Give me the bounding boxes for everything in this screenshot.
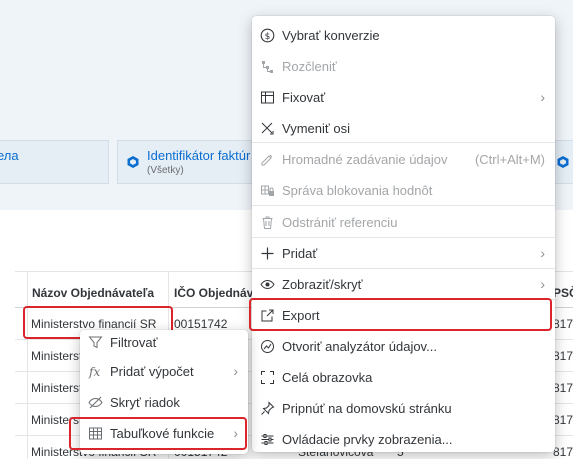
view-controls-icon [260,432,275,447]
filter-tile-left[interactable]: ела [0,140,109,184]
menu-item-label: Skryť riadok [110,395,180,410]
filter-tile-label: Identifikátor faktúr [147,148,251,163]
swap-axes-icon [260,121,275,136]
chevron-right-icon: › [540,245,545,261]
menu-item-freeze[interactable]: Fixovať › [252,82,555,113]
fullscreen-icon [260,370,275,385]
menu-item-label: Hromadné zadávanie údajov [282,152,448,167]
filter-tile-left-label: ела [0,148,19,163]
table-cell-psc[interactable]: 817 [553,413,573,427]
submenu-item-hide-row[interactable]: Skryť riadok [80,387,248,418]
menu-item-view-controls[interactable]: Ovládacie prvky zobrazenia... [252,424,555,455]
eye-icon [260,277,275,292]
analyzer-icon [260,339,275,354]
menu-item-shortcut: (Ctrl+Alt+M) [474,152,545,167]
column-header-ico[interactable]: IČO Objednáv [174,286,253,300]
table-cell-psc[interactable]: 817 [553,349,573,363]
pin-icon [260,401,275,416]
filter-tile-sub: (Všetky) [147,165,184,176]
menu-separator [252,142,555,143]
hide-icon [88,395,103,410]
menu-item-value-lock[interactable]: Správa blokovania hodnôt [252,175,555,206]
menu-item-label: Celá obrazovka [282,370,373,385]
export-highlight [249,298,552,331]
menu-item-open-data-analyzer[interactable]: Otvoriť analyzátor údajov... [252,331,555,362]
menu-item-label: Vybrať konverzie [282,28,380,43]
filter-tile-invoice-id[interactable]: Identifikátor faktúr (Všetky) [117,140,257,184]
menu-item-label: Odstrániť referenciu [282,215,398,230]
menu-item-label: Vymeniť osi [282,121,350,136]
menu-item-label: Pripnúť na domovskú stránku [282,401,452,416]
filter-icon [88,335,103,350]
currency-icon: $ [260,28,275,43]
menu-item-mass-data-entry[interactable]: Hromadné zadávanie údajov (Ctrl+Alt+M) [252,144,555,175]
menu-item-label: Rozčleniť [282,59,337,74]
column-header-psc[interactable]: PSČ [553,286,573,300]
menu-item-label: Ovládacie prvky zobrazenia... [282,432,453,447]
table-cell-ico[interactable]: 00151742 [174,317,227,331]
menu-item-label: Fixovať [282,90,326,105]
column-header-name[interactable]: Názov Objednávateľa [32,286,154,300]
freeze-table-icon [260,90,275,105]
cell-context-menu: Filtrovať fx Pridať výpočet › Skryť riad… [69,330,248,454]
table-functions-highlight [69,417,247,450]
dimension-icon [126,155,140,169]
table-cell-psc[interactable]: 817 [553,381,573,395]
menu-item-label: Pridať výpočet [110,364,194,379]
svg-text:$: $ [265,32,271,42]
menu-item-add[interactable]: Pridať › [252,238,555,269]
plus-icon [260,246,275,261]
table-cell-name[interactable]: Ministerst [31,381,82,395]
chevron-right-icon: › [540,89,545,105]
hierarchy-icon [260,59,275,74]
filter-tile-right[interactable] [552,140,573,184]
trash-icon [260,215,275,230]
menu-item-remove-reference[interactable]: Odstrániť referenciu [252,207,555,238]
menu-item-label: Správa blokovania hodnôt [282,183,433,198]
menu-item-label: Filtrovať [110,335,158,350]
submenu-item-add-calculation[interactable]: fx Pridať výpočet › [80,356,248,387]
column-divider [27,271,28,459]
menu-item-pin-to-home[interactable]: Pripnúť na domovskú stránku [252,393,555,424]
menu-separator [252,205,555,206]
lock-values-icon [260,183,275,198]
menu-item-select-conversions[interactable]: $ Vybrať konverzie [252,20,555,51]
menu-item-drill[interactable]: Rozčleniť [252,51,555,82]
context-menu: $ Vybrať konverzie Rozčleniť Fixovať › V… [249,16,555,455]
chevron-right-icon: › [540,276,545,292]
menu-item-label: Zobraziť/skryť [282,277,363,292]
dimension-icon [556,155,570,169]
table-cell-psc[interactable]: 817 [553,445,573,459]
menu-item-label: Pridať [282,246,318,261]
mass-edit-icon [260,152,275,167]
menu-item-fullscreen[interactable]: Celá obrazovka [252,362,555,393]
menu-item-label: Otvoriť analyzátor údajov... [282,339,437,354]
table-cell-psc[interactable]: 817 [553,317,573,331]
menu-item-show-hide[interactable]: Zobraziť/skryť › [252,269,555,300]
chevron-right-icon: › [233,363,238,379]
table-cell-name[interactable]: Ministerst [31,349,82,363]
function-icon: fx [88,364,103,379]
menu-item-swap-axes[interactable]: Vymeniť osi [252,113,555,144]
svg-text:fx: fx [88,365,100,379]
